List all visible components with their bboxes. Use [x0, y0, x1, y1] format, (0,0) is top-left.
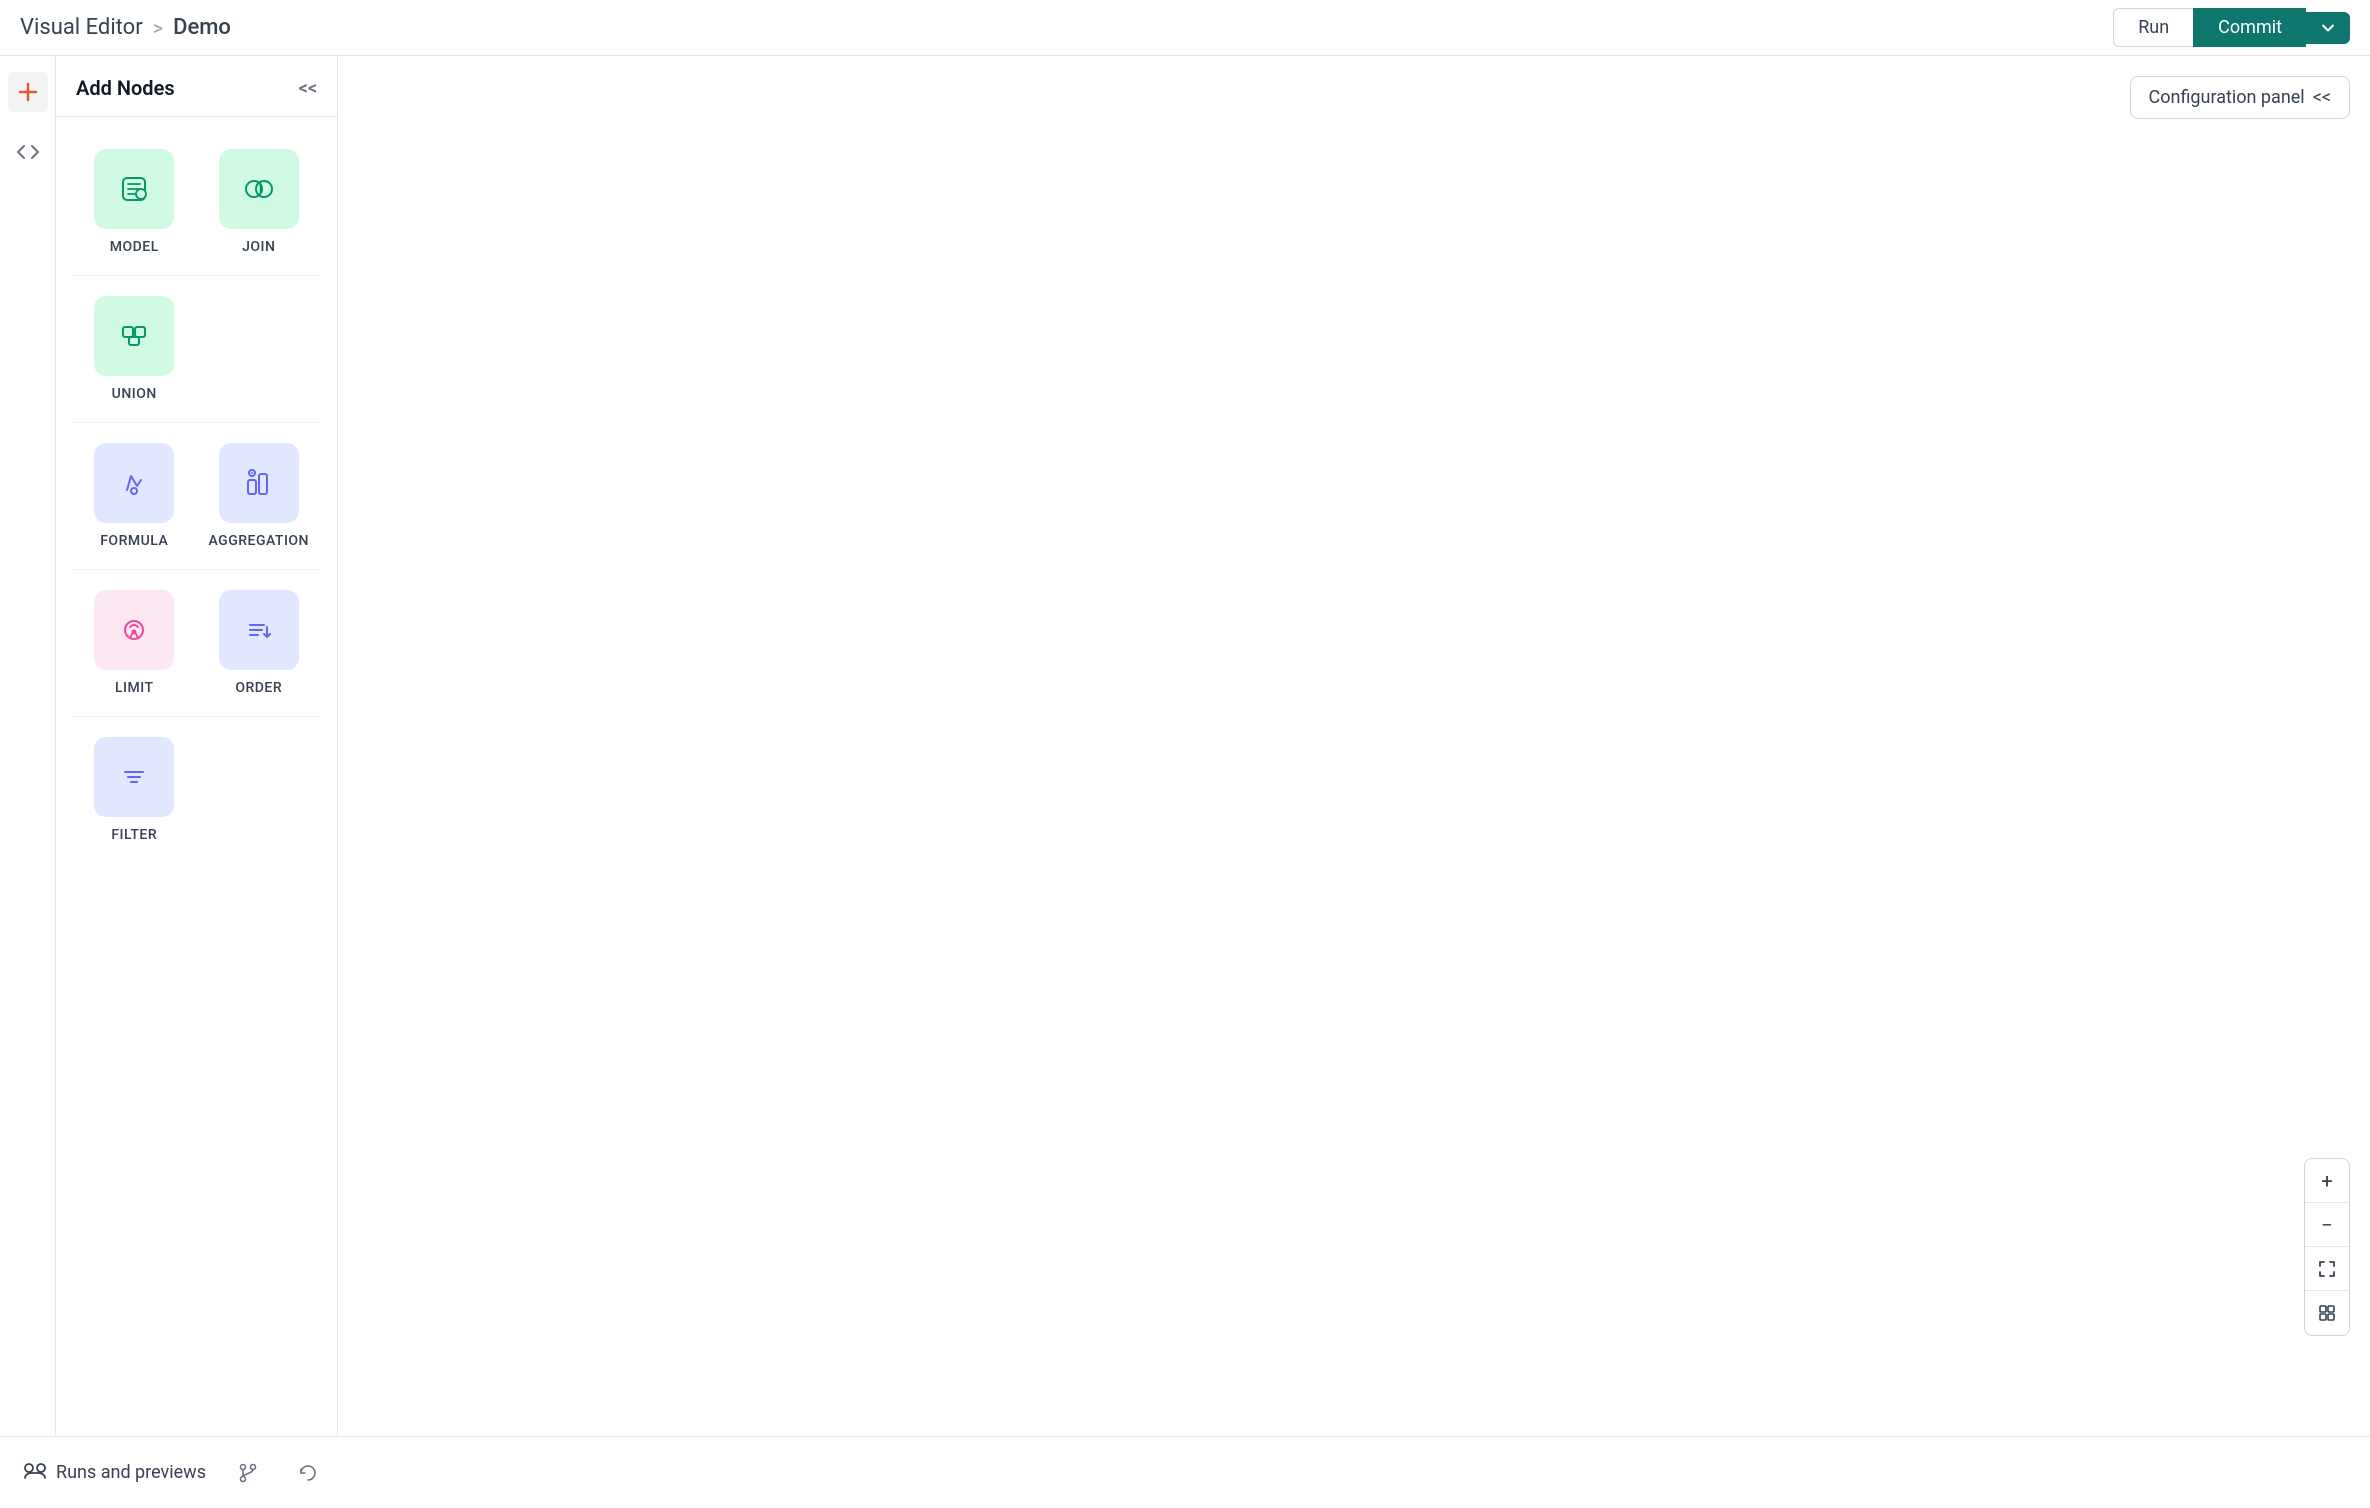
union-spacer — [197, 280, 322, 418]
config-panel-label: Configuration panel — [2149, 87, 2305, 108]
node-item-union[interactable]: UNION — [72, 280, 197, 418]
add-nodes-header: Add Nodes << — [56, 56, 337, 117]
node-icon-join — [219, 149, 299, 229]
node-item-model[interactable]: MODEL — [72, 133, 197, 271]
node-label-order: ORDER — [235, 680, 282, 696]
commit-button[interactable]: Commit — [2193, 8, 2306, 47]
code-icon-btn[interactable] — [8, 132, 48, 172]
section-divider-4 — [72, 716, 321, 717]
config-panel-collapse-icon: << — [2313, 87, 2331, 108]
left-icons-sidebar — [0, 56, 56, 1436]
main-layout: Add Nodes << MODEL — [0, 56, 2370, 1436]
bottom-bar: Runs and previews — [0, 1436, 2370, 1508]
breadcrumb-visual-editor[interactable]: Visual Editor — [20, 15, 143, 40]
node-item-filter[interactable]: FILTER — [72, 721, 197, 859]
run-button[interactable]: Run — [2113, 8, 2193, 47]
refresh-button[interactable] — [290, 1455, 326, 1491]
header: Visual Editor > Demo Run Commit — [0, 0, 2370, 56]
header-breadcrumb: Visual Editor > Demo — [20, 15, 231, 40]
node-icon-model — [94, 149, 174, 229]
commit-dropdown-button[interactable] — [2306, 12, 2350, 44]
section-divider-1 — [72, 275, 321, 276]
breadcrumb-separator: > — [153, 16, 163, 40]
node-label-model: MODEL — [110, 239, 159, 255]
node-label-filter: FILTER — [111, 827, 157, 843]
node-item-aggregation[interactable]: AGGREGATION — [197, 427, 322, 565]
runs-previews-button[interactable]: Runs and previews — [24, 1462, 206, 1483]
git-branch-button[interactable] — [230, 1455, 266, 1491]
breadcrumb-demo: Demo — [173, 15, 231, 40]
node-icon-limit — [94, 590, 174, 670]
node-icon-filter — [94, 737, 174, 817]
node-item-join[interactable]: JOIN — [197, 133, 322, 271]
zoom-controls: + − — [2304, 1158, 2350, 1336]
node-item-limit[interactable]: LIMIT — [72, 574, 197, 712]
zoom-in-button[interactable]: + — [2305, 1159, 2349, 1203]
collapse-panel-button[interactable]: << — [299, 78, 317, 99]
add-node-icon-btn[interactable] — [8, 72, 48, 112]
fit-view-button[interactable] — [2305, 1247, 2349, 1291]
canvas-area[interactable]: Configuration panel << + − — [338, 56, 2370, 1436]
nodes-grid: MODEL JOIN — [56, 117, 337, 875]
node-item-formula[interactable]: FORMULA — [72, 427, 197, 565]
zoom-out-button[interactable]: − — [2305, 1203, 2349, 1247]
add-nodes-title: Add Nodes — [76, 76, 175, 100]
node-label-aggregation: AGGREGATION — [208, 533, 309, 549]
add-nodes-panel: Add Nodes << MODEL — [56, 56, 338, 1436]
node-item-order[interactable]: ORDER — [197, 574, 322, 712]
section-divider-2 — [72, 422, 321, 423]
grid-view-button[interactable] — [2305, 1291, 2349, 1335]
node-icon-union — [94, 296, 174, 376]
runs-previews-label: Runs and previews — [56, 1462, 206, 1483]
node-label-limit: LIMIT — [115, 680, 154, 696]
configuration-panel-button[interactable]: Configuration panel << — [2130, 76, 2350, 119]
node-label-join: JOIN — [242, 239, 275, 255]
node-icon-formula — [94, 443, 174, 523]
node-label-formula: FORMULA — [100, 533, 168, 549]
node-icon-order — [219, 590, 299, 670]
node-icon-aggregation — [219, 443, 299, 523]
node-label-union: UNION — [112, 386, 157, 402]
header-actions: Run Commit — [2113, 8, 2350, 47]
section-divider-3 — [72, 569, 321, 570]
